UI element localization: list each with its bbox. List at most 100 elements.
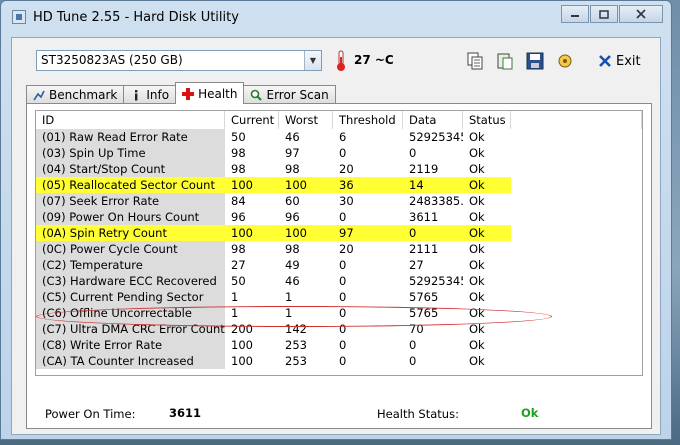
cell-worst: 46 xyxy=(285,130,300,144)
cell-current: 100 xyxy=(225,177,279,193)
cell-id: (C6) Offline Uncorrectable xyxy=(36,305,225,321)
cell-status: Ok xyxy=(469,130,485,144)
minimize-icon xyxy=(571,15,579,17)
cell-data: 2119 xyxy=(409,162,439,176)
cell-data: 0 xyxy=(409,146,417,160)
window-controls xyxy=(561,5,663,23)
smart-table[interactable]: ID Current Worst Threshold Data Status (… xyxy=(35,110,643,376)
cell-id: (05) Reallocated Sector Count xyxy=(36,177,225,193)
cell-data: 2111 xyxy=(409,242,439,256)
chevron-down-icon: ▼ xyxy=(304,51,321,70)
table-row[interactable]: (05) Reallocated Sector Count 100 100 36 14 O… xyxy=(36,177,642,193)
row-filler xyxy=(511,129,642,145)
cell-current: 100 xyxy=(225,225,279,241)
cell-threshold: 0 xyxy=(339,258,347,272)
exit-button[interactable]: Exit xyxy=(598,50,641,72)
tab-benchmark-label: Benchmark xyxy=(49,88,118,102)
exit-x-icon xyxy=(599,55,611,67)
power-on-time-value: 3611 xyxy=(169,406,202,420)
cell-worst: 253 xyxy=(285,338,307,352)
table-body: (01) Raw Read Error Rate 50 46 6 52925345 Ok(… xyxy=(36,129,642,369)
thermometer-icon xyxy=(337,50,345,71)
table-row[interactable]: (0C) Power Cycle Count 98 98 20 2111 Ok xyxy=(36,241,642,257)
cell-current: 100 xyxy=(231,354,253,368)
cell-data: 70 xyxy=(409,322,424,336)
column-header-status[interactable]: Status xyxy=(463,111,511,129)
cell-threshold: 0 xyxy=(339,210,347,224)
table-row[interactable]: (C3) Hardware ECC Recovered 50 46 0 52925345… xyxy=(36,273,642,289)
cell-worst: 98 xyxy=(285,242,300,256)
row-filler xyxy=(511,177,642,193)
table-row[interactable]: (09) Power On Hours Count 96 96 0 3611 Ok xyxy=(36,209,642,225)
table-row[interactable]: (07) Seek Error Rate 84 60 30 2483385... Ok xyxy=(36,193,642,209)
cell-worst: 142 xyxy=(285,322,307,336)
cell-threshold: 0 xyxy=(339,146,347,160)
magnifier-icon xyxy=(251,89,263,101)
save-button[interactable] xyxy=(524,50,546,72)
table-row[interactable]: (01) Raw Read Error Rate 50 46 6 52925345 Ok xyxy=(36,129,642,145)
cell-worst: 46 xyxy=(285,274,300,288)
table-row[interactable]: (C5) Current Pending Sector 1 1 0 5765 Ok xyxy=(36,289,642,305)
table-row[interactable]: (CA) TA Counter Increased 100 253 0 0 Ok xyxy=(36,353,642,369)
cell-threshold: 20 xyxy=(339,242,354,256)
row-filler xyxy=(511,193,642,209)
tab-health-label: Health xyxy=(198,86,238,101)
table-row[interactable]: (04) Start/Stop Count 98 98 20 2119 Ok xyxy=(36,161,642,177)
column-header-current[interactable]: Current xyxy=(225,111,279,129)
tab-benchmark[interactable]: Benchmark xyxy=(26,85,125,104)
tab-error-scan[interactable]: Error Scan xyxy=(243,85,336,104)
table-row[interactable]: (C2) Temperature 27 49 0 27 Ok xyxy=(36,257,642,273)
table-row[interactable]: (C7) Ultra DMA CRC Error Count 200 142 0 70 O… xyxy=(36,321,642,337)
tab-health[interactable]: Health xyxy=(175,82,245,104)
cell-threshold: 36 xyxy=(333,177,403,193)
cell-worst: 60 xyxy=(285,194,300,208)
drive-dropdown[interactable]: ST3250823AS (250 GB) ▼ xyxy=(36,50,322,71)
temperature-readout: 27 ~C xyxy=(354,53,394,67)
health-status-value: Ok xyxy=(521,406,539,420)
cell-status: Ok xyxy=(469,194,485,208)
health-panel: ID Current Worst Threshold Data Status (… xyxy=(26,103,652,429)
options-button[interactable] xyxy=(554,50,576,72)
cell-data: 52925345 xyxy=(409,130,463,144)
copy-info-button[interactable] xyxy=(464,50,486,72)
table-row[interactable]: (C6) Offline Uncorrectable 1 1 0 5765 Ok xyxy=(36,305,642,321)
minimize-button[interactable] xyxy=(561,5,589,23)
cell-current: 98 xyxy=(231,242,246,256)
cell-current: 50 xyxy=(231,130,246,144)
cell-threshold: 0 xyxy=(339,354,347,368)
close-icon xyxy=(636,9,646,19)
cell-current: 96 xyxy=(231,210,246,224)
cell-status: Ok xyxy=(469,306,485,320)
cell-worst: 1 xyxy=(285,306,293,320)
column-header-threshold[interactable]: Threshold xyxy=(333,111,403,129)
cell-data: 0 xyxy=(403,225,463,241)
info-icon xyxy=(135,90,138,101)
cell-data: 5765 xyxy=(409,306,439,320)
cell-id: (07) Seek Error Rate xyxy=(36,193,225,209)
maximize-icon xyxy=(599,9,609,19)
row-filler xyxy=(511,305,642,321)
table-row[interactable]: (C8) Write Error Rate 100 253 0 0 Ok xyxy=(36,337,642,353)
row-filler xyxy=(511,161,642,177)
table-row[interactable]: (03) Spin Up Time 98 97 0 0 Ok xyxy=(36,145,642,161)
cell-id: (C8) Write Error Rate xyxy=(36,337,225,353)
table-row[interactable]: (0A) Spin Retry Count 100 100 97 0 Ok xyxy=(36,225,642,241)
cell-id: (03) Spin Up Time xyxy=(36,145,225,161)
cell-current: 100 xyxy=(231,338,253,352)
cell-status: Ok xyxy=(469,210,485,224)
maximize-button[interactable] xyxy=(590,5,618,23)
cell-status: Ok xyxy=(469,322,485,336)
close-button[interactable] xyxy=(619,5,663,23)
cell-worst: 96 xyxy=(285,210,300,224)
copy-screenshot-button[interactable] xyxy=(494,50,516,72)
tab-info[interactable]: Info xyxy=(123,85,177,104)
cell-worst: 100 xyxy=(279,225,333,241)
cell-id: (C3) Hardware ECC Recovered xyxy=(36,273,225,289)
column-header-id[interactable]: ID xyxy=(36,111,225,129)
cell-id: (C7) Ultra DMA CRC Error Count xyxy=(36,321,225,337)
column-header-worst[interactable]: Worst xyxy=(279,111,333,129)
cell-status: Ok xyxy=(469,162,485,176)
cell-current: 50 xyxy=(231,274,246,288)
column-header-data[interactable]: Data xyxy=(403,111,463,129)
title-bar: HD Tune 2.55 - Hard Disk Utility xyxy=(1,1,671,35)
